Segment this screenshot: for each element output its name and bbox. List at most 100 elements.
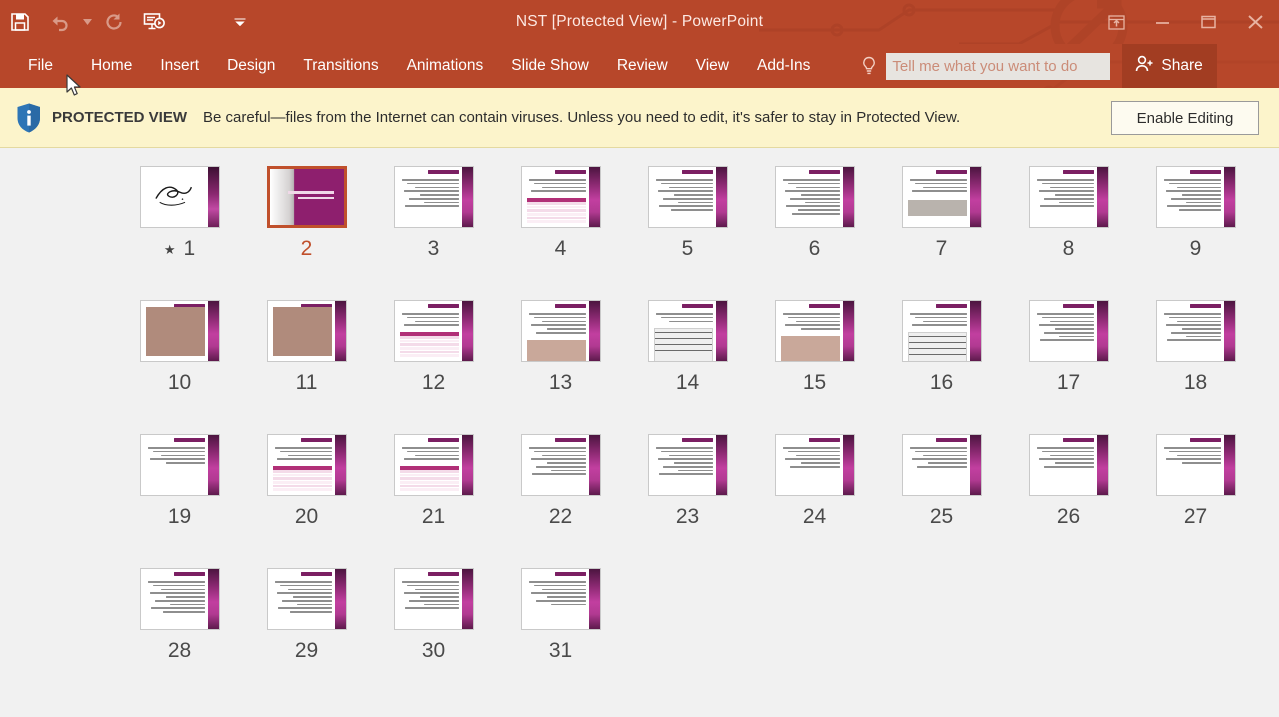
slide-caption: 17 xyxy=(1057,371,1080,395)
slide-caption: 20 xyxy=(295,505,318,529)
slide-thumbnail-image xyxy=(520,568,601,630)
slide-thumbnail-24[interactable]: 24 xyxy=(751,434,878,568)
slide-thumbnail-29[interactable]: 29 xyxy=(243,568,370,702)
slide-sorter-pane[interactable]: 9 8 7 6 5 4 3 2 ★ 1 18 17 16 15 14 13 12 11 10 27 26 25 24 23 22… xyxy=(0,148,1279,717)
ribbon-display-options-icon[interactable] xyxy=(1093,2,1139,42)
slide-caption: 7 xyxy=(936,237,948,261)
slide-thumbnail-7[interactable]: 7 xyxy=(878,166,1005,300)
lightbulb-icon xyxy=(858,56,880,76)
slide-number: 25 xyxy=(929,505,954,528)
slide-number: 20 xyxy=(294,505,319,528)
tab-review[interactable]: Review xyxy=(603,44,682,88)
slide-number: 5 xyxy=(681,237,694,260)
slide-caption: 12 xyxy=(422,371,445,395)
slide-thumbnail-19[interactable]: 19 xyxy=(116,434,243,568)
slide-thumbnail-9[interactable]: 9 xyxy=(1132,166,1259,300)
slide-thumbnail-27[interactable]: 27 xyxy=(1132,434,1259,568)
tab-animations[interactable]: Animations xyxy=(393,44,498,88)
slide-caption: 16 xyxy=(930,371,953,395)
slide-number: 28 xyxy=(167,639,192,662)
slide-thumbnail-image xyxy=(139,166,220,228)
tab-transitions[interactable]: Transitions xyxy=(289,44,392,88)
slide-thumbnail-14[interactable]: 14 xyxy=(624,300,751,434)
slide-thumbnail-18[interactable]: 18 xyxy=(1132,300,1259,434)
slide-thumbnail-30[interactable]: 30 xyxy=(370,568,497,702)
slide-number: 1 xyxy=(183,237,196,260)
slide-thumbnail-16[interactable]: 16 xyxy=(878,300,1005,434)
slide-thumbnail-image xyxy=(647,166,728,228)
minimize-icon[interactable] xyxy=(1139,2,1185,42)
slide-thumbnail-4[interactable]: 4 xyxy=(497,166,624,300)
slide-caption: 13 xyxy=(549,371,572,395)
slide-number: 9 xyxy=(1189,237,1202,260)
animation-star-icon[interactable]: ★ xyxy=(164,243,176,256)
slide-thumbnail-12[interactable]: 12 xyxy=(370,300,497,434)
slide-thumbnail-22[interactable]: 22 xyxy=(497,434,624,568)
slide-caption: 3 xyxy=(428,237,440,261)
slide-thumbnail-3[interactable]: 3 xyxy=(370,166,497,300)
slide-thumbnail-28[interactable]: 28 xyxy=(116,568,243,702)
tab-insert[interactable]: Insert xyxy=(146,44,213,88)
slide-thumbnail-5[interactable]: 5 xyxy=(624,166,751,300)
slide-thumbnail-8[interactable]: 8 xyxy=(1005,166,1132,300)
slide-caption: 28 xyxy=(168,639,191,663)
tab-add-ins[interactable]: Add-Ins xyxy=(743,44,824,88)
slide-thumbnail-image xyxy=(266,300,347,362)
slide-thumbnail-image xyxy=(393,300,474,362)
tab-file[interactable]: File xyxy=(0,44,77,88)
slide-thumbnail-6[interactable]: 6 xyxy=(751,166,878,300)
slide-caption: 29 xyxy=(295,639,318,663)
slide-thumbnail-image xyxy=(647,300,728,362)
slide-number: 29 xyxy=(294,639,319,662)
slide-thumbnail-image xyxy=(393,166,474,228)
slide-number: 27 xyxy=(1183,505,1208,528)
tab-slide-show[interactable]: Slide Show xyxy=(497,44,603,88)
slide-thumbnail-13[interactable]: 13 xyxy=(497,300,624,434)
slide-thumbnail-image xyxy=(774,166,855,228)
slide-thumbnail-image xyxy=(1155,166,1236,228)
tab-home[interactable]: Home xyxy=(77,44,146,88)
slide-caption: 31 xyxy=(549,639,572,663)
slide-thumbnail-11[interactable]: 11 xyxy=(243,300,370,434)
share-person-icon xyxy=(1134,55,1154,78)
slide-thumbnail-31[interactable]: 31 xyxy=(497,568,624,702)
slide-caption: 15 xyxy=(803,371,826,395)
slide-caption: 2 xyxy=(301,237,313,261)
slide-thumbnail-10[interactable]: 10 xyxy=(116,300,243,434)
save-icon[interactable] xyxy=(0,2,40,42)
slide-thumbnail-image xyxy=(1155,434,1236,496)
enable-editing-button[interactable]: Enable Editing xyxy=(1111,101,1259,135)
start-from-beginning-icon[interactable] xyxy=(134,2,174,42)
tab-design[interactable]: Design xyxy=(213,44,289,88)
slide-caption: 25 xyxy=(930,505,953,529)
slide-thumbnail-image xyxy=(901,300,982,362)
slide-thumbnail-2[interactable]: 2 xyxy=(243,166,370,300)
slide-number: 18 xyxy=(1183,371,1208,394)
slide-thumbnail-25[interactable]: 25 xyxy=(878,434,1005,568)
slide-thumbnail-image xyxy=(139,434,220,496)
slide-caption: 26 xyxy=(1057,505,1080,529)
tab-view[interactable]: View xyxy=(682,44,743,88)
undo-dropdown-icon[interactable] xyxy=(80,2,94,42)
slide-number: 19 xyxy=(167,505,192,528)
ribbon-tab-bar: File Home Insert Design Transitions Anim… xyxy=(0,44,1279,88)
maximize-icon[interactable] xyxy=(1185,2,1231,42)
tell-me-input[interactable]: Tell me what you want to do xyxy=(886,52,1111,80)
share-button[interactable]: Share xyxy=(1122,44,1217,88)
slide-caption: ★ 1 xyxy=(164,237,195,261)
close-icon[interactable] xyxy=(1231,2,1279,42)
slide-thumbnail-17[interactable]: 17 xyxy=(1005,300,1132,434)
undo-icon[interactable] xyxy=(40,2,80,42)
slide-thumbnail-21[interactable]: 21 xyxy=(370,434,497,568)
protected-view-label: PROTECTED VIEW xyxy=(52,109,188,126)
slide-thumbnail-26[interactable]: 26 xyxy=(1005,434,1132,568)
slide-thumbnail-20[interactable]: 20 xyxy=(243,434,370,568)
redo-icon[interactable] xyxy=(94,2,134,42)
slide-thumbnail-15[interactable]: 15 xyxy=(751,300,878,434)
customize-quick-access-toolbar-icon[interactable] xyxy=(220,2,260,42)
protected-view-message: Be careful—files from the Internet can c… xyxy=(203,108,961,126)
slide-thumbnail-1[interactable]: ★ 1 xyxy=(116,166,243,300)
slide-caption: 6 xyxy=(809,237,821,261)
slide-thumbnail-image xyxy=(393,434,474,496)
slide-thumbnail-23[interactable]: 23 xyxy=(624,434,751,568)
